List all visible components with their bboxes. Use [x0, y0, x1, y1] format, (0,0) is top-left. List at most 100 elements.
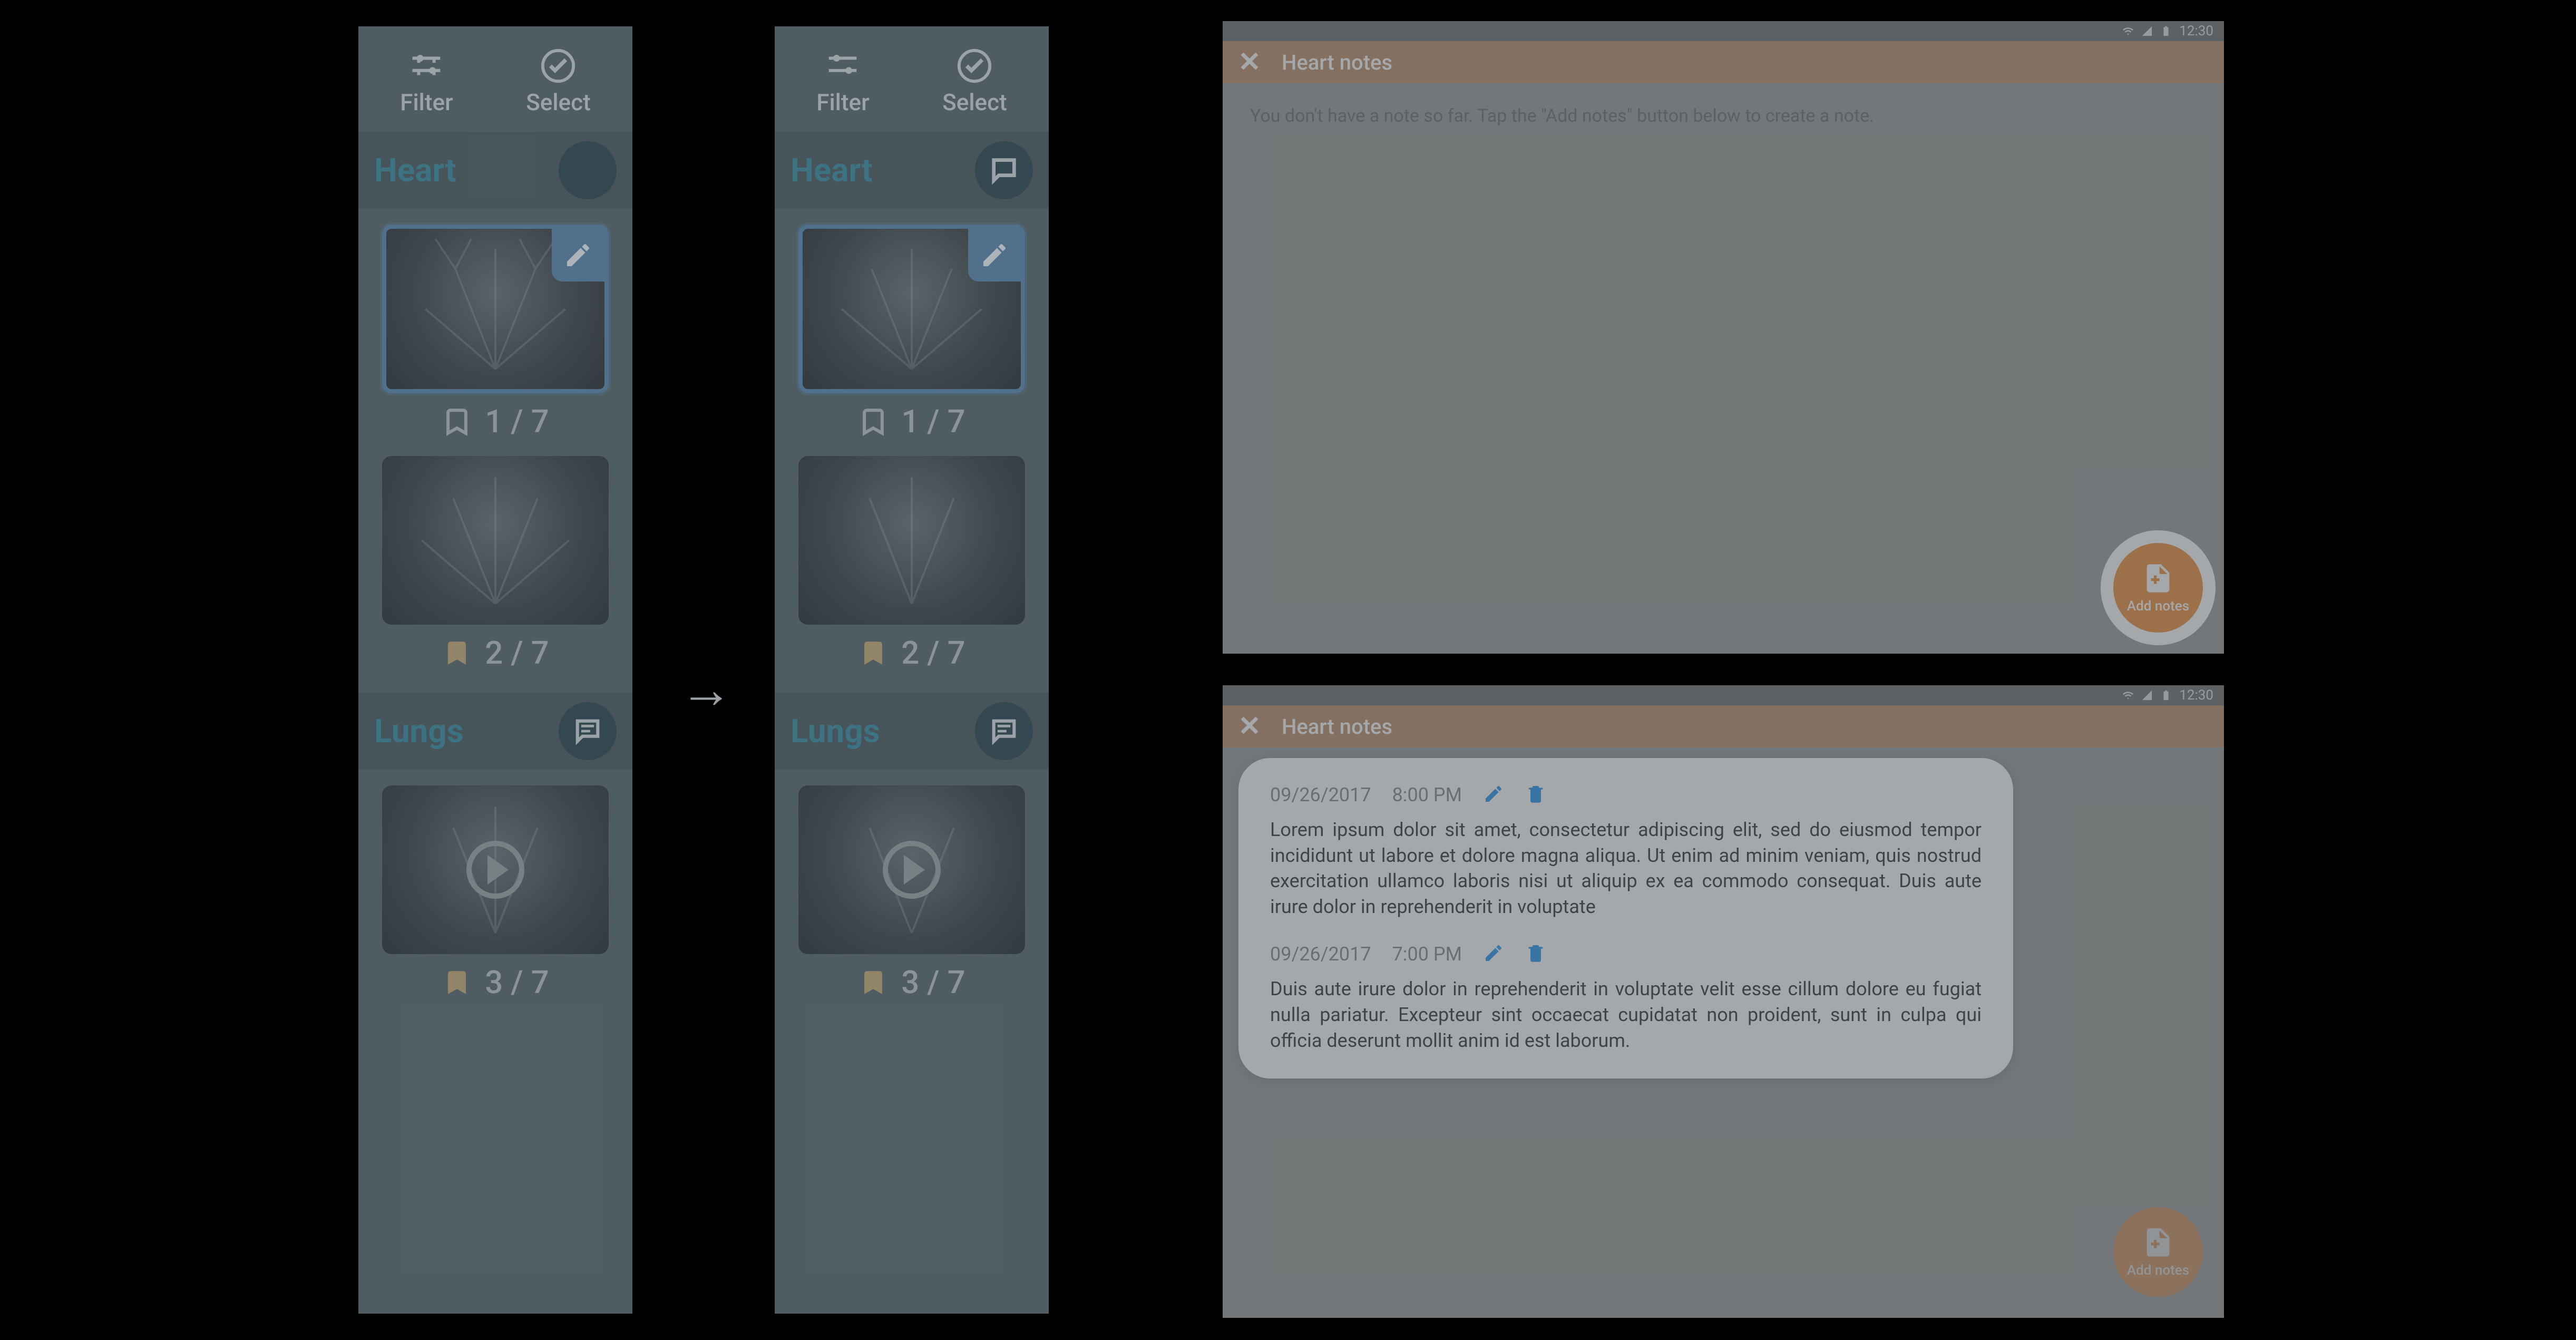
tablet-notes-empty: 12:30 Heart notes You don't have a note … — [1223, 21, 2224, 654]
bookmark-filled-icon — [858, 967, 889, 998]
status-time: 12:30 — [2179, 687, 2213, 703]
sidebar-before: Filter Select Heart 1 / 7 — [358, 26, 632, 1314]
edit-note-button[interactable] — [1483, 943, 1504, 966]
ultrasound-placeholder — [798, 456, 1025, 625]
trash-icon — [1525, 943, 1546, 964]
close-button[interactable] — [1238, 50, 1261, 74]
counter: 2 / 7 — [485, 634, 549, 672]
counter: 2 / 7 — [901, 634, 965, 672]
filter-label: Filter — [400, 89, 453, 116]
close-button[interactable] — [1238, 714, 1261, 739]
note-time: 7:00 PM — [1392, 943, 1462, 965]
filter-icon — [408, 47, 445, 84]
add-notes-fab[interactable]: Add notes — [2113, 543, 2203, 633]
thumbnail-heart-2[interactable] — [382, 456, 609, 625]
pencil-icon — [563, 240, 593, 270]
pencil-icon — [1483, 943, 1504, 964]
delete-note-button[interactable] — [1525, 943, 1546, 966]
play-icon — [466, 841, 524, 899]
section-title: Heart — [791, 151, 873, 190]
close-icon — [1238, 50, 1261, 72]
edit-thumbnail-button[interactable] — [552, 229, 604, 281]
chat-lines-icon — [572, 716, 603, 746]
filter-button[interactable]: Filter — [400, 47, 453, 116]
app-bar: Heart notes — [1223, 705, 2224, 747]
appbar-title: Heart notes — [1282, 50, 1392, 75]
status-bar: 12:30 — [1223, 685, 2224, 705]
section-title: Heart — [374, 151, 456, 190]
bookmark-outline-icon — [442, 406, 472, 437]
filter-icon — [824, 47, 861, 84]
signal-icon — [2141, 25, 2153, 37]
close-icon — [1238, 714, 1261, 736]
note-date: 09/26/2017 — [1270, 784, 1371, 806]
play-icon — [883, 841, 941, 899]
select-button[interactable]: Select — [942, 47, 1007, 116]
section-title: Lungs — [791, 712, 880, 751]
ultrasound-placeholder — [382, 456, 609, 625]
status-bar: 12:30 — [1223, 21, 2224, 41]
counter: 1 / 7 — [901, 403, 965, 440]
chat-lines-icon — [989, 716, 1019, 746]
transition-arrow: → — [680, 659, 733, 721]
counter: 1 / 7 — [485, 403, 549, 440]
add-note-icon — [2141, 1226, 2175, 1259]
fab-label: Add notes — [2127, 1263, 2189, 1278]
notes-button[interactable] — [975, 702, 1033, 760]
wifi-icon — [2122, 25, 2134, 37]
note-date: 09/26/2017 — [1270, 943, 1371, 965]
notes-button[interactable] — [559, 702, 617, 760]
section-header-lungs: Lungs — [775, 693, 1049, 770]
chat-outline-icon — [989, 155, 1019, 186]
pencil-icon — [1483, 783, 1504, 804]
select-label: Select — [942, 89, 1007, 116]
note-time: 8:00 PM — [1392, 784, 1462, 806]
thumbnail-lungs-1[interactable] — [798, 785, 1025, 954]
notes-card: 09/26/2017 8:00 PM Lorem ipsum dolor sit… — [1238, 758, 2013, 1079]
notes-outline-button[interactable] — [975, 141, 1033, 199]
note-item: 09/26/2017 8:00 PM Lorem ipsum dolor sit… — [1270, 783, 1982, 919]
tablet-notes-populated: 12:30 Heart notes 09/26/2017 8:00 PM — [1223, 685, 2224, 1318]
edit-thumbnail-button[interactable] — [968, 229, 1021, 281]
thumbnail-heart-1[interactable] — [798, 225, 1025, 393]
notes-empty-button[interactable] — [559, 141, 617, 199]
bookmark-outline-icon — [858, 406, 889, 437]
bookmark-filled-icon — [442, 638, 472, 668]
add-note-icon — [2141, 561, 2175, 595]
filter-label: Filter — [816, 89, 869, 116]
signal-icon — [2141, 690, 2153, 701]
app-bar: Heart notes — [1223, 41, 2224, 83]
appbar-title: Heart notes — [1282, 714, 1392, 739]
sidebar-after: Filter Select Heart 1 / 7 — [775, 26, 1049, 1314]
empty-notes-message: You don't have a note so far. Tap the "A… — [1223, 83, 2224, 149]
section-header-lungs: Lungs — [358, 693, 632, 770]
wifi-icon — [2122, 690, 2134, 701]
status-time: 12:30 — [2179, 23, 2213, 39]
thumbnail-heart-2[interactable] — [798, 456, 1025, 625]
note-body: Duis aute irure dolor in reprehenderit i… — [1270, 976, 1982, 1053]
select-button[interactable]: Select — [526, 47, 591, 116]
select-icon — [540, 47, 577, 84]
edit-note-button[interactable] — [1483, 783, 1504, 807]
battery-icon — [2160, 25, 2172, 37]
section-header-heart: Heart — [775, 132, 1049, 209]
battery-icon — [2160, 690, 2172, 701]
counter: 3 / 7 — [901, 964, 965, 1001]
section-header-heart: Heart — [358, 132, 632, 209]
fab-label: Add notes — [2127, 598, 2189, 614]
trash-icon — [1525, 783, 1546, 804]
delete-note-button[interactable] — [1525, 783, 1546, 807]
counter: 3 / 7 — [485, 964, 549, 1001]
thumbnail-lungs-1[interactable] — [382, 785, 609, 954]
bookmark-filled-icon — [442, 967, 472, 998]
bookmark-filled-icon — [858, 638, 889, 668]
filter-button[interactable]: Filter — [816, 47, 869, 116]
select-label: Select — [526, 89, 591, 116]
section-title: Lungs — [374, 712, 464, 751]
add-notes-fab[interactable]: Add notes — [2113, 1207, 2203, 1297]
thumbnail-heart-1[interactable] — [382, 225, 609, 393]
note-item: 09/26/2017 7:00 PM Duis aute irure dolor… — [1270, 943, 1982, 1053]
pencil-icon — [980, 240, 1009, 270]
note-body: Lorem ipsum dolor sit amet, consectetur … — [1270, 817, 1982, 919]
select-icon — [956, 47, 993, 84]
